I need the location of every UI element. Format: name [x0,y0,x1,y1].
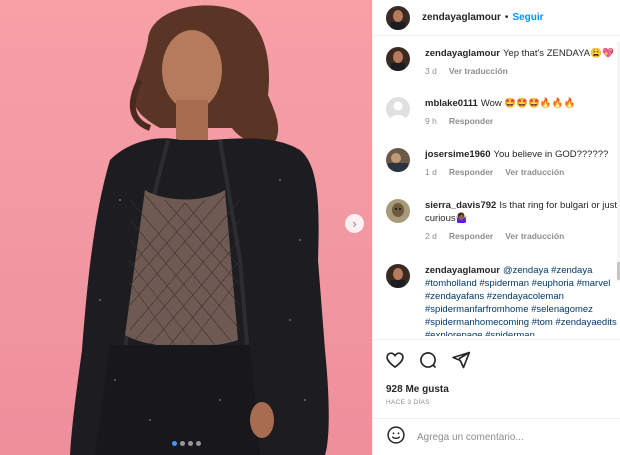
comment-age[interactable]: 9 h [425,115,437,128]
avatar[interactable] [386,47,410,71]
next-slide-button[interactable]: › [345,214,364,233]
comment-icon[interactable] [418,350,438,370]
comment-item: zendayaglamour Yep that's ZENDAYA😩💖 3 d V… [386,47,620,78]
heart-icon[interactable] [385,350,405,370]
comment-item: sierra_davis792 Is that ring for bulgari … [386,199,620,243]
smiley-icon[interactable] [386,425,406,450]
author-username[interactable]: zendayaglamour [422,12,501,23]
post-sidebar: zendayaglamour • Seguir zendayaglamour Ye… [372,0,620,455]
comment-text: You believe in GOD?????? [493,149,609,160]
comment-username[interactable]: zendayaglamour [425,48,500,59]
comment-item: josersime1960 You believe in GOD?????? 1 … [386,148,620,179]
carousel-dot [195,441,201,446]
post-timestamp: HACE 3 DÍAS [386,399,430,406]
avatar[interactable] [386,148,410,172]
comment-text: Wow 🤩🤩🤩🔥🔥🔥 [480,98,576,109]
comment-age[interactable]: 1 d [425,166,437,179]
add-comment-bar [373,418,620,455]
avatar[interactable] [386,5,410,30]
avatar[interactable] [386,199,410,223]
avatar[interactable] [386,264,410,288]
translate-link[interactable]: Ver traducción [449,65,508,78]
comment-username[interactable]: josersime1960 [425,149,491,160]
separator-dot: • [504,12,509,23]
post-photo [70,5,329,455]
comment-age[interactable]: 3 d [425,65,437,78]
comments-list: zendayaglamour Yep that's ZENDAYA😩💖 3 d V… [373,37,620,339]
comment-item: mblake0111 Wow 🤩🤩🤩🔥🔥🔥 9 h Responder [386,97,620,128]
comment-username[interactable]: sierra_davis792 [425,200,496,211]
carousel-dot [187,441,193,446]
translate-link[interactable]: Ver traducción [505,166,564,179]
comment-input[interactable] [417,431,607,443]
carousel-dot [171,441,177,446]
comment-username[interactable]: zendayaglamour [425,265,500,276]
post-media[interactable]: › [0,0,372,455]
chevron-right-icon: › [352,216,357,231]
reply-link[interactable]: Responder [449,230,493,243]
comment-item: zendayaglamour @zendaya #zendaya #tomholl… [386,264,620,336]
paper-plane-icon[interactable] [451,350,471,370]
action-bar [373,339,620,389]
comment-age[interactable]: 2 d [425,230,437,243]
follow-button[interactable]: Seguir [512,12,543,23]
translate-link[interactable]: Ver traducción [505,230,564,243]
avatar[interactable] [386,97,410,121]
carousel-dot [179,441,185,446]
post-header: zendayaglamour • Seguir [373,0,620,36]
comment-username[interactable]: mblake0111 [425,98,478,109]
comment-text: Yep that's ZENDAYA😩💖 [502,48,614,59]
carousel-indicator [0,441,372,446]
reply-link[interactable]: Responder [449,166,493,179]
like-count[interactable]: 928 Me gusta [386,384,449,395]
reply-link[interactable]: Responder [449,115,493,128]
